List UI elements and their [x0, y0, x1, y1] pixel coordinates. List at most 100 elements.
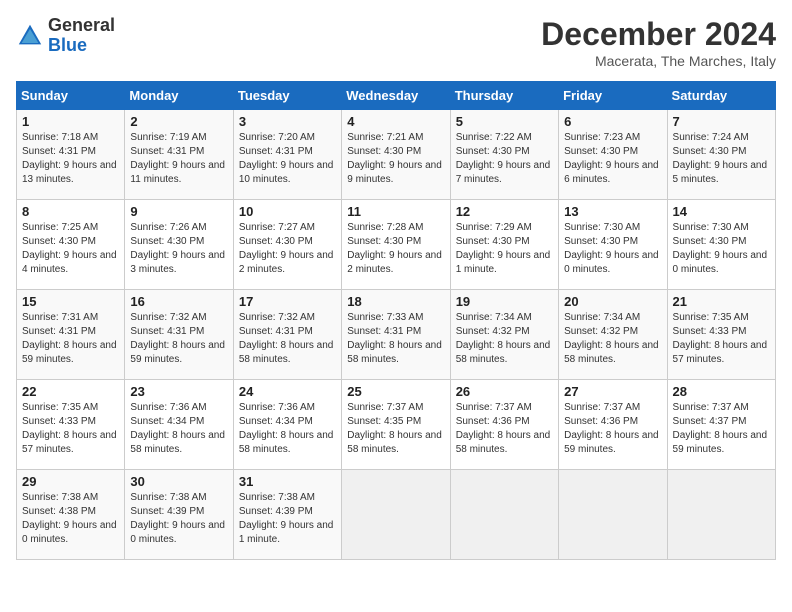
day-number: 20 — [564, 294, 661, 309]
weekday-header: Monday — [125, 82, 233, 110]
day-info: Sunrise: 7:20 AMSunset: 4:31 PMDaylight:… — [239, 132, 334, 185]
calendar-week-row: 22 Sunrise: 7:35 AMSunset: 4:33 PMDaylig… — [17, 380, 776, 470]
calendar-cell: 12 Sunrise: 7:29 AMSunset: 4:30 PMDaylig… — [450, 200, 558, 290]
day-number: 13 — [564, 204, 661, 219]
calendar-cell: 8 Sunrise: 7:25 AMSunset: 4:30 PMDayligh… — [17, 200, 125, 290]
day-info: Sunrise: 7:19 AMSunset: 4:31 PMDaylight:… — [130, 132, 225, 185]
day-number: 14 — [673, 204, 770, 219]
day-info: Sunrise: 7:30 AMSunset: 4:30 PMDaylight:… — [673, 222, 768, 275]
calendar-cell — [559, 470, 667, 560]
day-number: 17 — [239, 294, 336, 309]
day-info: Sunrise: 7:38 AMSunset: 4:39 PMDaylight:… — [239, 492, 334, 545]
day-info: Sunrise: 7:31 AMSunset: 4:31 PMDaylight:… — [22, 312, 117, 365]
calendar-cell: 20 Sunrise: 7:34 AMSunset: 4:32 PMDaylig… — [559, 290, 667, 380]
calendar-cell: 10 Sunrise: 7:27 AMSunset: 4:30 PMDaylig… — [233, 200, 341, 290]
day-number: 23 — [130, 384, 227, 399]
calendar-cell: 9 Sunrise: 7:26 AMSunset: 4:30 PMDayligh… — [125, 200, 233, 290]
calendar-cell: 16 Sunrise: 7:32 AMSunset: 4:31 PMDaylig… — [125, 290, 233, 380]
day-info: Sunrise: 7:34 AMSunset: 4:32 PMDaylight:… — [564, 312, 659, 365]
calendar-cell: 31 Sunrise: 7:38 AMSunset: 4:39 PMDaylig… — [233, 470, 341, 560]
location-title: Macerata, The Marches, Italy — [541, 53, 776, 69]
day-info: Sunrise: 7:26 AMSunset: 4:30 PMDaylight:… — [130, 222, 225, 275]
calendar-week-row: 1 Sunrise: 7:18 AMSunset: 4:31 PMDayligh… — [17, 110, 776, 200]
day-info: Sunrise: 7:29 AMSunset: 4:30 PMDaylight:… — [456, 222, 551, 275]
day-info: Sunrise: 7:36 AMSunset: 4:34 PMDaylight:… — [130, 402, 225, 455]
day-info: Sunrise: 7:27 AMSunset: 4:30 PMDaylight:… — [239, 222, 334, 275]
day-info: Sunrise: 7:38 AMSunset: 4:38 PMDaylight:… — [22, 492, 117, 545]
day-number: 1 — [22, 114, 119, 129]
day-info: Sunrise: 7:23 AMSunset: 4:30 PMDaylight:… — [564, 132, 659, 185]
day-number: 12 — [456, 204, 553, 219]
logo-text: General Blue — [48, 16, 115, 56]
day-number: 28 — [673, 384, 770, 399]
calendar-cell: 28 Sunrise: 7:37 AMSunset: 4:37 PMDaylig… — [667, 380, 775, 470]
day-info: Sunrise: 7:32 AMSunset: 4:31 PMDaylight:… — [239, 312, 334, 365]
day-number: 25 — [347, 384, 444, 399]
calendar-cell: 27 Sunrise: 7:37 AMSunset: 4:36 PMDaylig… — [559, 380, 667, 470]
calendar-cell: 1 Sunrise: 7:18 AMSunset: 4:31 PMDayligh… — [17, 110, 125, 200]
calendar-cell: 22 Sunrise: 7:35 AMSunset: 4:33 PMDaylig… — [17, 380, 125, 470]
day-number: 27 — [564, 384, 661, 399]
day-number: 9 — [130, 204, 227, 219]
calendar-cell: 6 Sunrise: 7:23 AMSunset: 4:30 PMDayligh… — [559, 110, 667, 200]
calendar: SundayMondayTuesdayWednesdayThursdayFrid… — [16, 81, 776, 560]
day-info: Sunrise: 7:37 AMSunset: 4:36 PMDaylight:… — [456, 402, 551, 455]
day-number: 30 — [130, 474, 227, 489]
day-info: Sunrise: 7:21 AMSunset: 4:30 PMDaylight:… — [347, 132, 442, 185]
calendar-cell: 25 Sunrise: 7:37 AMSunset: 4:35 PMDaylig… — [342, 380, 450, 470]
calendar-cell: 26 Sunrise: 7:37 AMSunset: 4:36 PMDaylig… — [450, 380, 558, 470]
calendar-cell: 17 Sunrise: 7:32 AMSunset: 4:31 PMDaylig… — [233, 290, 341, 380]
day-number: 6 — [564, 114, 661, 129]
day-number: 26 — [456, 384, 553, 399]
page-header: General Blue December 2024 Macerata, The… — [16, 16, 776, 69]
calendar-week-row: 15 Sunrise: 7:31 AMSunset: 4:31 PMDaylig… — [17, 290, 776, 380]
day-number: 21 — [673, 294, 770, 309]
day-number: 22 — [22, 384, 119, 399]
day-info: Sunrise: 7:37 AMSunset: 4:36 PMDaylight:… — [564, 402, 659, 455]
logo-general: General — [48, 15, 115, 35]
day-info: Sunrise: 7:36 AMSunset: 4:34 PMDaylight:… — [239, 402, 334, 455]
calendar-cell: 18 Sunrise: 7:33 AMSunset: 4:31 PMDaylig… — [342, 290, 450, 380]
calendar-cell: 5 Sunrise: 7:22 AMSunset: 4:30 PMDayligh… — [450, 110, 558, 200]
weekday-header: Sunday — [17, 82, 125, 110]
day-info: Sunrise: 7:34 AMSunset: 4:32 PMDaylight:… — [456, 312, 551, 365]
calendar-week-row: 8 Sunrise: 7:25 AMSunset: 4:30 PMDayligh… — [17, 200, 776, 290]
day-number: 16 — [130, 294, 227, 309]
day-number: 7 — [673, 114, 770, 129]
calendar-cell: 15 Sunrise: 7:31 AMSunset: 4:31 PMDaylig… — [17, 290, 125, 380]
weekday-header: Thursday — [450, 82, 558, 110]
day-number: 4 — [347, 114, 444, 129]
day-number: 11 — [347, 204, 444, 219]
day-info: Sunrise: 7:22 AMSunset: 4:30 PMDaylight:… — [456, 132, 551, 185]
calendar-cell: 2 Sunrise: 7:19 AMSunset: 4:31 PMDayligh… — [125, 110, 233, 200]
calendar-cell: 14 Sunrise: 7:30 AMSunset: 4:30 PMDaylig… — [667, 200, 775, 290]
calendar-cell — [667, 470, 775, 560]
day-info: Sunrise: 7:38 AMSunset: 4:39 PMDaylight:… — [130, 492, 225, 545]
logo: General Blue — [16, 16, 115, 56]
day-info: Sunrise: 7:37 AMSunset: 4:35 PMDaylight:… — [347, 402, 442, 455]
calendar-cell — [450, 470, 558, 560]
weekday-header-row: SundayMondayTuesdayWednesdayThursdayFrid… — [17, 82, 776, 110]
day-number: 29 — [22, 474, 119, 489]
day-info: Sunrise: 7:37 AMSunset: 4:37 PMDaylight:… — [673, 402, 768, 455]
month-title: December 2024 — [541, 16, 776, 53]
day-info: Sunrise: 7:28 AMSunset: 4:30 PMDaylight:… — [347, 222, 442, 275]
calendar-cell — [342, 470, 450, 560]
calendar-cell: 19 Sunrise: 7:34 AMSunset: 4:32 PMDaylig… — [450, 290, 558, 380]
calendar-week-row: 29 Sunrise: 7:38 AMSunset: 4:38 PMDaylig… — [17, 470, 776, 560]
day-info: Sunrise: 7:24 AMSunset: 4:30 PMDaylight:… — [673, 132, 768, 185]
day-number: 10 — [239, 204, 336, 219]
calendar-cell: 29 Sunrise: 7:38 AMSunset: 4:38 PMDaylig… — [17, 470, 125, 560]
title-block: December 2024 Macerata, The Marches, Ita… — [541, 16, 776, 69]
calendar-cell: 13 Sunrise: 7:30 AMSunset: 4:30 PMDaylig… — [559, 200, 667, 290]
calendar-cell: 3 Sunrise: 7:20 AMSunset: 4:31 PMDayligh… — [233, 110, 341, 200]
weekday-header: Tuesday — [233, 82, 341, 110]
logo-blue: Blue — [48, 35, 87, 55]
calendar-cell: 30 Sunrise: 7:38 AMSunset: 4:39 PMDaylig… — [125, 470, 233, 560]
day-number: 24 — [239, 384, 336, 399]
day-info: Sunrise: 7:32 AMSunset: 4:31 PMDaylight:… — [130, 312, 225, 365]
logo-icon — [16, 22, 44, 50]
calendar-cell: 23 Sunrise: 7:36 AMSunset: 4:34 PMDaylig… — [125, 380, 233, 470]
day-number: 15 — [22, 294, 119, 309]
weekday-header: Saturday — [667, 82, 775, 110]
